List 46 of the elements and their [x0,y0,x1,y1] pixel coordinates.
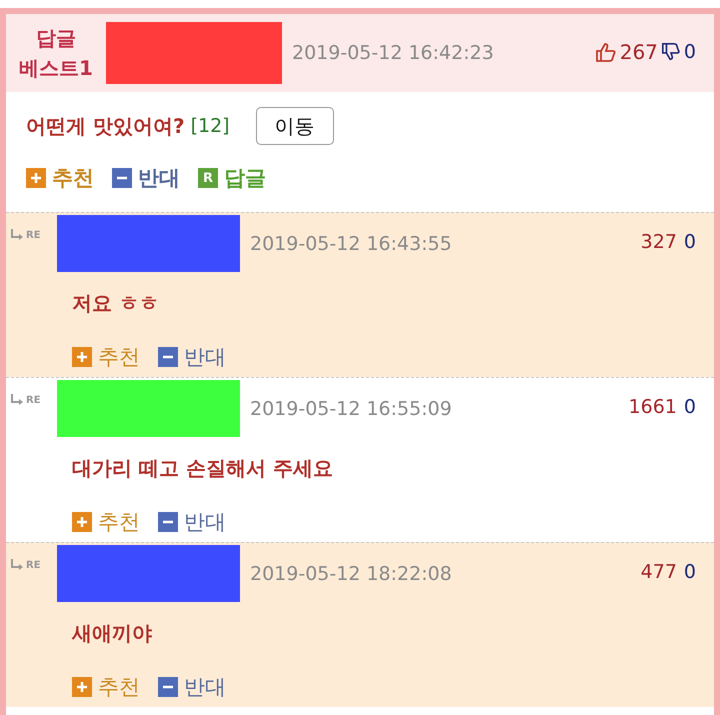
comment-date: 2019-05-12 16:55:09 [250,398,452,420]
downvote-count: 0 [684,561,696,583]
action-link[interactable]: 반대 [138,164,180,192]
action-link[interactable]: 추천 [98,673,140,701]
upvote-count: 1661 [628,396,677,418]
reply-count: [12] [190,115,230,137]
thumbs-up-icon[interactable] [594,41,617,63]
upvote-count: 327 [640,231,677,253]
reply-arrow-icon [10,229,24,241]
downvote-count: 0 [684,231,696,253]
action-link[interactable]: 반대 [184,343,226,371]
minus-icon[interactable] [158,677,178,697]
action-link[interactable]: 답글 [224,164,266,192]
reply-icon[interactable]: R [198,168,218,188]
plus-icon[interactable] [72,512,92,532]
action-link[interactable]: 추천 [98,343,140,371]
reply-arrow-icon [10,394,24,406]
action-link[interactable]: 반대 [184,508,226,536]
reply-tag: RE [26,230,41,240]
minus-icon[interactable] [158,347,178,367]
action-link[interactable]: 반대 [184,673,226,701]
plus-icon[interactable] [72,677,92,697]
downvote-count: 0 [684,41,696,63]
reply-text: 새애끼야 [70,620,153,647]
reply-tag: RE [26,394,41,406]
comment-date: 2019-05-12 18:22:08 [250,562,452,584]
minus-icon[interactable] [112,168,132,188]
thumbs-down-icon[interactable] [660,41,681,63]
move-button[interactable]: 이동 [256,107,334,145]
plus-icon[interactable] [26,168,46,188]
plus-icon[interactable] [72,347,92,367]
action-link[interactable]: 추천 [52,164,94,192]
comment-date: 2019-05-12 16:43:55 [250,232,452,254]
reply-text: 대가리 떼고 손질해서 주세요 [71,455,334,482]
comment-date: 2019-05-12 16:42:23 [292,42,494,64]
reply-arrow-icon [10,559,24,571]
post-title[interactable]: 어떤게 맛있어여? [26,112,185,140]
best-badge-text: 베스트1 [19,55,93,82]
downvote-count: 0 [684,396,696,418]
reply-tag: RE [26,560,41,570]
minus-icon[interactable] [158,512,178,532]
best-badge-text: 답글 [36,25,76,52]
upvote-count: 267 [620,40,658,64]
reply-text: 저요 ㅎㅎ [71,290,160,317]
action-link[interactable]: 추천 [98,508,140,536]
upvote-count: 477 [640,561,677,583]
